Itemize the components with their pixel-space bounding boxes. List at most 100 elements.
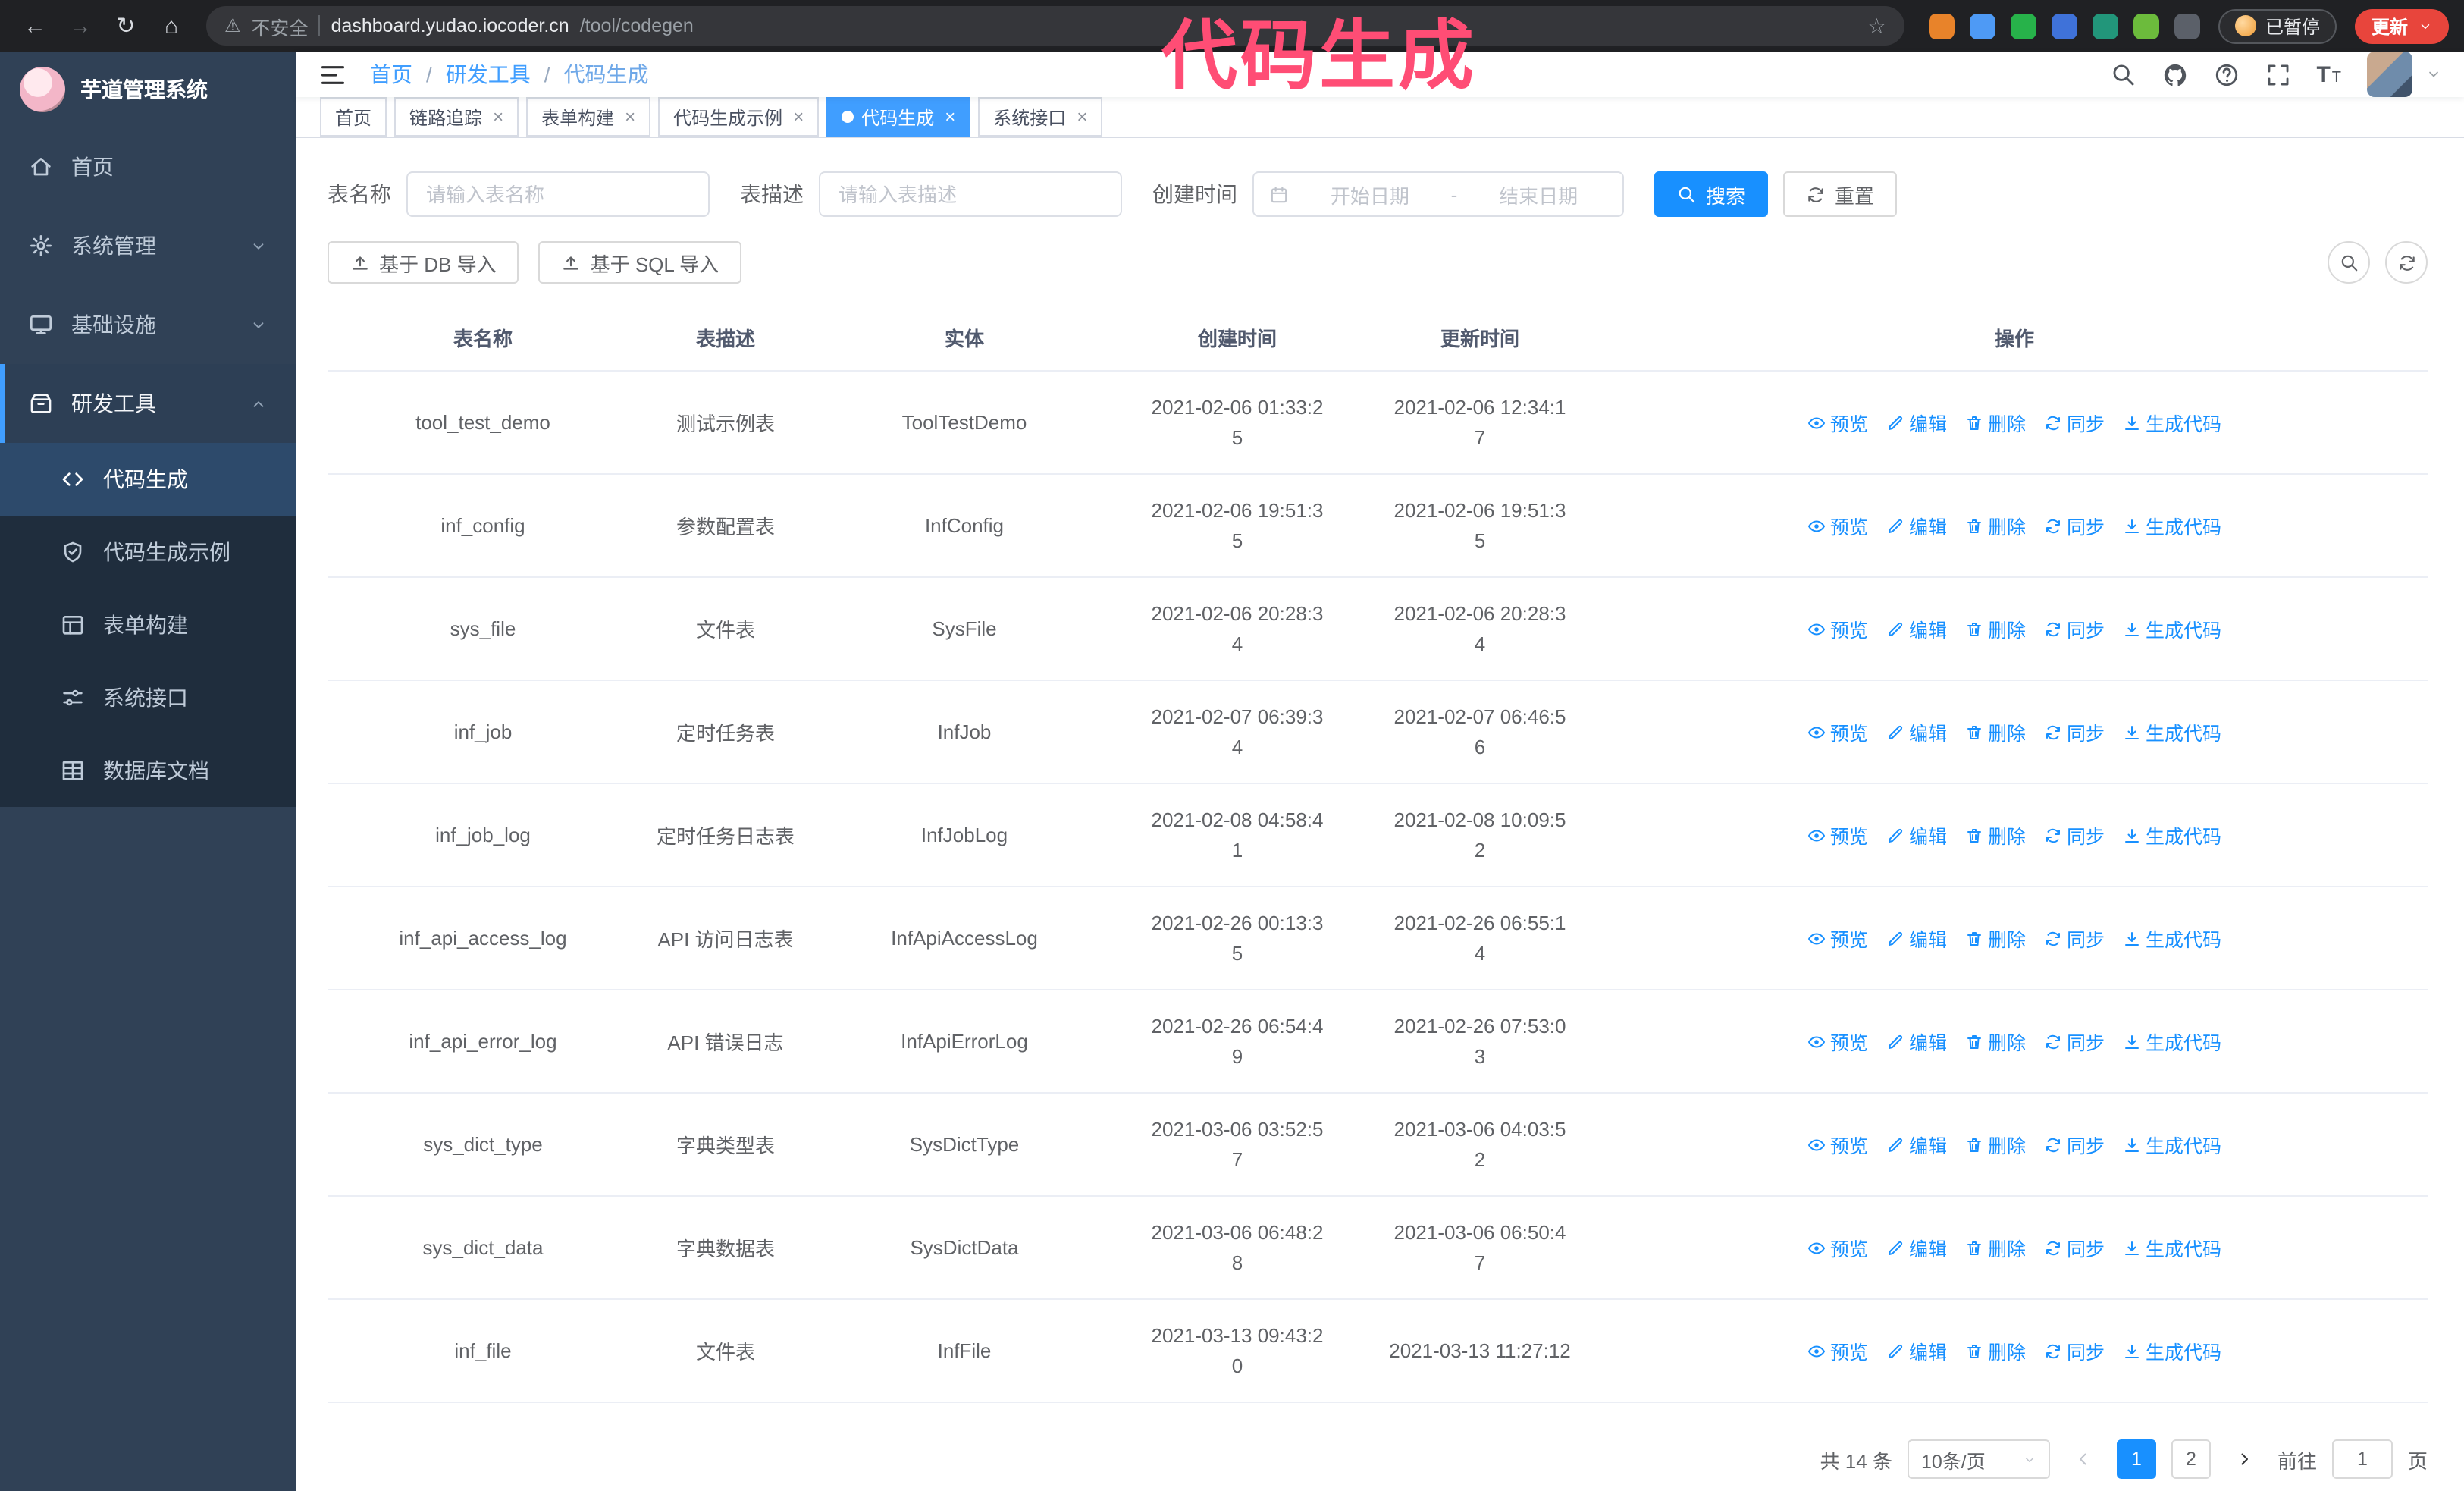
browser-forward-button[interactable]: → <box>61 6 100 46</box>
action-preview[interactable]: 预览 <box>1807 408 1868 437</box>
hamburger-icon[interactable] <box>318 60 347 89</box>
address-bar[interactable]: ⚠ 不安全 dashboard.yudao.iocoder.cn/tool/co… <box>206 6 1904 46</box>
search-icon[interactable] <box>2110 61 2136 87</box>
font-size-icon[interactable]: TT <box>2316 61 2341 87</box>
action-preview[interactable]: 预览 <box>1807 614 1868 643</box>
extension-fox-icon[interactable] <box>1928 13 1955 39</box>
action-generate-code[interactable]: 生成代码 <box>2123 1027 2221 1056</box>
action-delete[interactable]: 删除 <box>1965 408 2026 437</box>
close-icon[interactable]: × <box>793 106 804 127</box>
toggle-search-button[interactable] <box>2328 241 2370 284</box>
tab-codegen[interactable]: 代码生成 × <box>826 97 971 137</box>
bookmark-star-icon[interactable]: ☆ <box>1867 13 1886 39</box>
import-db-button[interactable]: 基于 DB 导入 <box>328 241 519 284</box>
next-page-button[interactable] <box>2226 1441 2262 1477</box>
action-delete[interactable]: 删除 <box>1965 1336 2026 1365</box>
action-edit[interactable]: 编辑 <box>1886 1027 1947 1056</box>
sidebar-item-dev-tools[interactable]: 研发工具 <box>0 364 296 443</box>
extension-leaf-icon[interactable] <box>2133 13 2159 39</box>
action-generate-code[interactable]: 生成代码 <box>2123 924 2221 953</box>
sidebar-item-database-doc[interactable]: 数据库文档 <box>0 734 296 807</box>
action-sync[interactable]: 同步 <box>2044 1233 2105 1262</box>
chevron-down-icon[interactable] <box>2426 67 2441 82</box>
question-icon[interactable] <box>2213 61 2239 87</box>
prev-page-button[interactable] <box>2065 1441 2102 1477</box>
page-button-1[interactable]: 1 <box>2116 1439 2156 1479</box>
action-delete[interactable]: 删除 <box>1965 511 2026 540</box>
action-preview[interactable]: 预览 <box>1807 1336 1868 1365</box>
extension-puzzle-icon[interactable] <box>2174 13 2200 39</box>
extension-screenshot-icon[interactable] <box>2092 13 2118 39</box>
action-sync[interactable]: 同步 <box>2044 511 2105 540</box>
breadcrumb-dev-tools[interactable]: 研发工具 <box>446 59 531 89</box>
close-icon[interactable]: × <box>625 106 635 127</box>
tab-home[interactable]: 首页 <box>320 97 387 137</box>
close-icon[interactable]: × <box>945 106 955 127</box>
github-icon[interactable] <box>2161 61 2187 87</box>
sidebar-item-form-builder[interactable]: 表单构建 <box>0 589 296 661</box>
action-generate-code[interactable]: 生成代码 <box>2123 1336 2221 1365</box>
action-preview[interactable]: 预览 <box>1807 717 1868 746</box>
action-delete[interactable]: 删除 <box>1965 717 2026 746</box>
action-edit[interactable]: 编辑 <box>1886 1336 1947 1365</box>
sidebar-item-code-generation-example[interactable]: 代码生成示例 <box>0 516 296 589</box>
action-generate-code[interactable]: 生成代码 <box>2123 1130 2221 1159</box>
action-edit[interactable]: 编辑 <box>1886 717 1947 746</box>
action-sync[interactable]: 同步 <box>2044 614 2105 643</box>
action-edit[interactable]: 编辑 <box>1886 511 1947 540</box>
action-sync[interactable]: 同步 <box>2044 821 2105 849</box>
action-delete[interactable]: 删除 <box>1965 614 2026 643</box>
reset-button[interactable]: 重置 <box>1783 171 1898 217</box>
action-delete[interactable]: 删除 <box>1965 1233 2026 1262</box>
action-edit[interactable]: 编辑 <box>1886 614 1947 643</box>
action-generate-code[interactable]: 生成代码 <box>2123 408 2221 437</box>
action-generate-code[interactable]: 生成代码 <box>2123 821 2221 849</box>
sidebar-item-code-generation[interactable]: 代码生成 <box>0 443 296 516</box>
action-sync[interactable]: 同步 <box>2044 924 2105 953</box>
action-edit[interactable]: 编辑 <box>1886 924 1947 953</box>
tab-codegen-example[interactable]: 代码生成示例 × <box>658 97 820 137</box>
action-generate-code[interactable]: 生成代码 <box>2123 717 2221 746</box>
goto-page-input[interactable] <box>2331 1439 2393 1479</box>
action-edit[interactable]: 编辑 <box>1886 821 1947 849</box>
date-range-picker[interactable]: 开始日期 - 结束日期 <box>1252 171 1624 217</box>
action-delete[interactable]: 删除 <box>1965 1027 2026 1056</box>
browser-update-button[interactable]: 更新 <box>2354 8 2449 43</box>
action-edit[interactable]: 编辑 <box>1886 1233 1947 1262</box>
tab-trace[interactable]: 链路追踪 × <box>394 97 519 137</box>
sidebar-item-system-api[interactable]: 系统接口 <box>0 661 296 734</box>
action-sync[interactable]: 同步 <box>2044 1027 2105 1056</box>
browser-reload-button[interactable]: ↻ <box>106 6 146 46</box>
sidebar-item-home[interactable]: 首页 <box>0 127 296 206</box>
action-sync[interactable]: 同步 <box>2044 1130 2105 1159</box>
extension-green-circle-icon[interactable] <box>2010 13 2036 39</box>
extension-blue-drop-icon[interactable] <box>1969 13 1995 39</box>
page-button-2[interactable]: 2 <box>2171 1439 2211 1479</box>
action-preview[interactable]: 预览 <box>1807 1027 1868 1056</box>
table-desc-input[interactable] <box>819 171 1122 217</box>
browser-home-button[interactable]: ⌂ <box>152 6 191 46</box>
page-size-select[interactable]: 10条/页 <box>1907 1439 2050 1479</box>
action-generate-code[interactable]: 生成代码 <box>2123 1233 2221 1262</box>
tab-form-builder[interactable]: 表单构建 × <box>526 97 651 137</box>
browser-back-button[interactable]: ← <box>15 6 55 46</box>
action-sync[interactable]: 同步 <box>2044 408 2105 437</box>
import-sql-button[interactable]: 基于 SQL 导入 <box>538 241 742 284</box>
action-generate-code[interactable]: 生成代码 <box>2123 511 2221 540</box>
close-icon[interactable]: × <box>493 106 503 127</box>
breadcrumb-home[interactable]: 首页 <box>370 59 412 89</box>
sidebar-item-infrastructure[interactable]: 基础设施 <box>0 285 296 364</box>
refresh-button[interactable] <box>2385 241 2428 284</box>
close-icon[interactable]: × <box>1077 106 1087 127</box>
user-avatar[interactable] <box>2367 52 2412 97</box>
tab-system-api[interactable]: 系统接口 × <box>978 97 1103 137</box>
action-preview[interactable]: 预览 <box>1807 1233 1868 1262</box>
action-edit[interactable]: 编辑 <box>1886 408 1947 437</box>
table-name-input[interactable] <box>406 171 710 217</box>
action-generate-code[interactable]: 生成代码 <box>2123 614 2221 643</box>
action-preview[interactable]: 预览 <box>1807 1130 1868 1159</box>
action-edit[interactable]: 编辑 <box>1886 1130 1947 1159</box>
action-delete[interactable]: 删除 <box>1965 1130 2026 1159</box>
action-sync[interactable]: 同步 <box>2044 717 2105 746</box>
search-button[interactable]: 搜索 <box>1654 171 1769 217</box>
